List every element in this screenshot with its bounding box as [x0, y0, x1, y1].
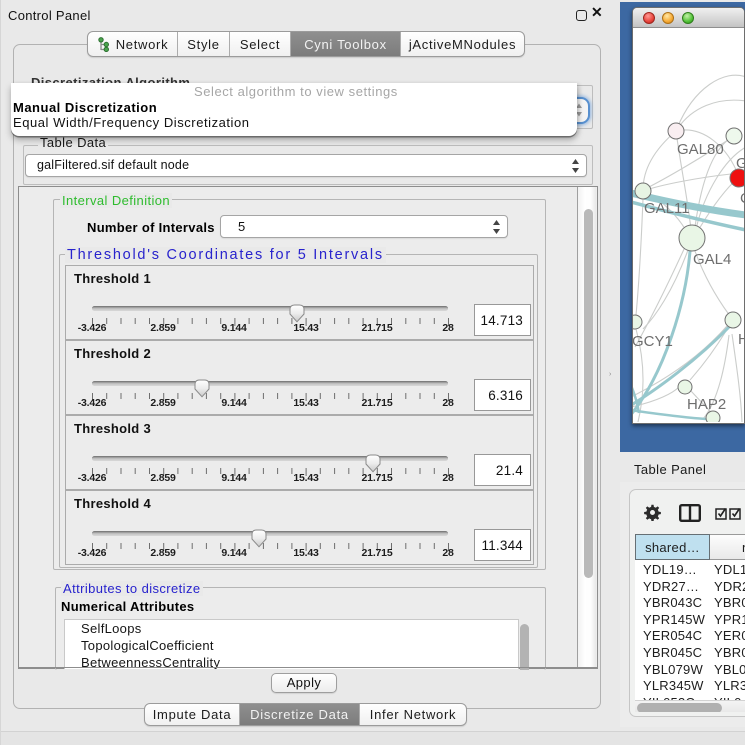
svg-text:GAL80: GAL80: [677, 141, 724, 158]
svg-text:G: G: [736, 155, 744, 172]
svg-text:H: H: [738, 331, 744, 348]
svg-text:HAP2: HAP2: [687, 396, 726, 413]
svg-text:C: C: [740, 190, 744, 207]
svg-text:GAL11: GAL11: [644, 200, 690, 217]
svg-text:GAL4: GAL4: [693, 251, 731, 268]
svg-text:GCY1: GCY1: [633, 333, 673, 350]
